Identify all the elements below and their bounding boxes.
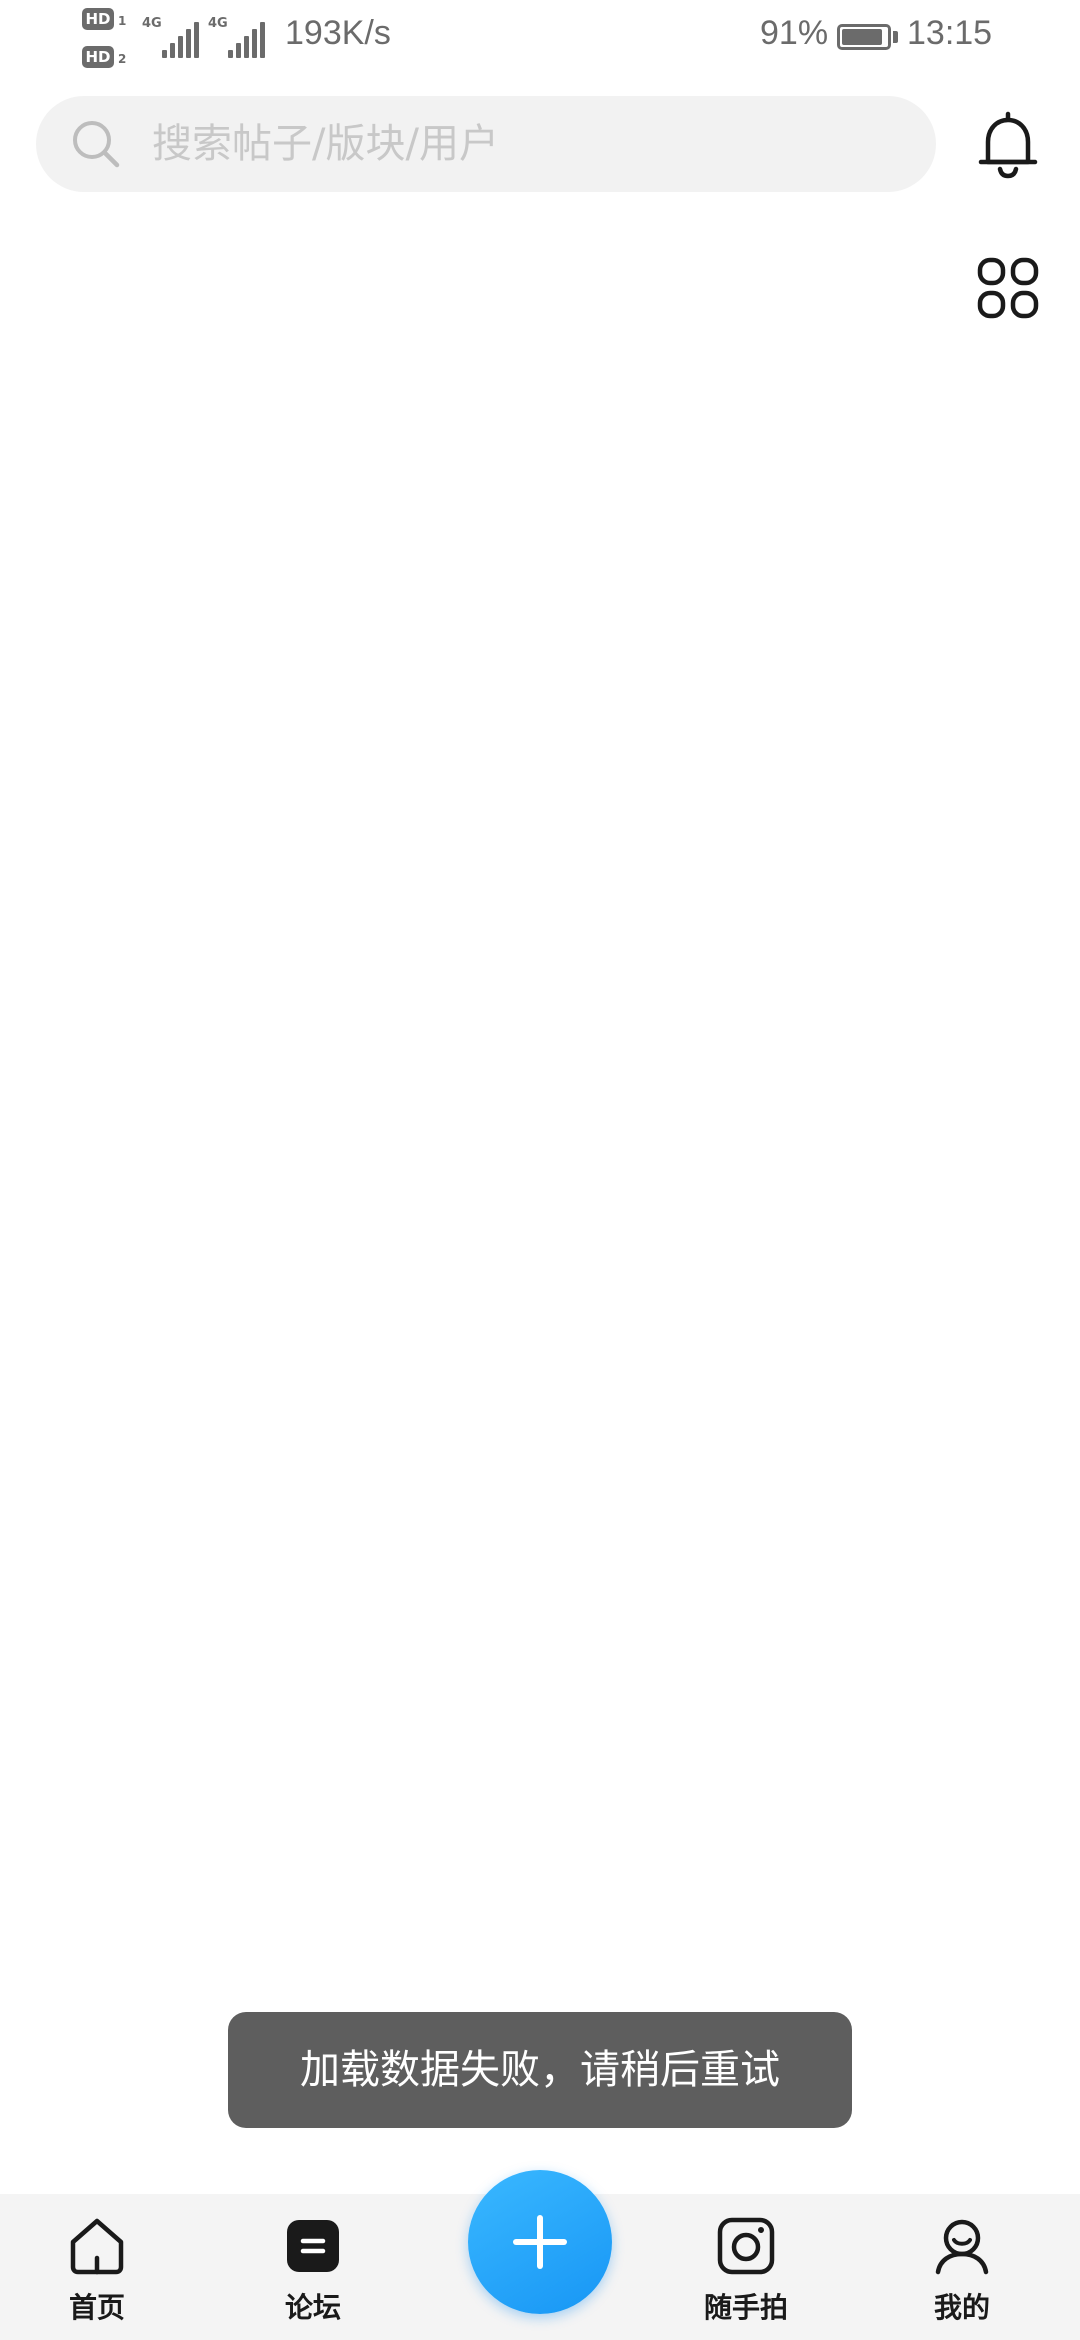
- hd-badge-sim1: HD: [82, 8, 114, 30]
- grid-icon[interactable]: [976, 256, 1040, 320]
- status-bar: HD 1 HD 2 4G 4G 193K/s 91% 13:15: [0, 0, 1080, 80]
- nav-label-home: 首页: [68, 2291, 125, 2324]
- nav-item-home[interactable]: 首页: [27, 2194, 167, 2340]
- battery-level: [842, 29, 882, 45]
- network-type-2: 4G: [208, 16, 228, 31]
- error-toast: 加载数据失败，请稍后重试: [228, 2012, 852, 2128]
- nav-item-snapshot[interactable]: 随手拍: [676, 2194, 816, 2340]
- battery-percent: 91%: [760, 14, 829, 52]
- search-input[interactable]: [152, 96, 912, 192]
- nav-item-forum[interactable]: 论坛: [243, 2194, 383, 2340]
- forum-icon: [287, 2220, 339, 2272]
- network-speed: 193K/s: [285, 14, 391, 52]
- network-type-1: 4G: [142, 16, 162, 31]
- create-post-button[interactable]: [468, 2170, 612, 2314]
- app-screen: HD 1 HD 2 4G 4G 193K/s 91% 13:15 搜索帖子/版块…: [0, 0, 1080, 2340]
- nav-item-profile[interactable]: 我的: [892, 2194, 1032, 2340]
- nav-label-forum: 论坛: [284, 2291, 341, 2324]
- search-bar[interactable]: [36, 96, 936, 192]
- profile-icon: [935, 2219, 989, 2275]
- status-clock: 13:15: [907, 14, 993, 52]
- camera-icon: [717, 2217, 775, 2275]
- bell-icon[interactable]: [976, 108, 1040, 180]
- sim2-index: 2: [118, 52, 127, 66]
- battery-tip: [893, 31, 898, 43]
- home-icon: [70, 2218, 124, 2275]
- plus-icon: [513, 2215, 567, 2269]
- sim1-index: 1: [118, 14, 127, 28]
- search-icon: [73, 121, 120, 168]
- battery-icon: [837, 24, 891, 50]
- nav-label-snapshot: 随手拍: [703, 2291, 788, 2324]
- signal-strength-2-icon: [228, 20, 268, 58]
- nav-label-profile: 我的: [933, 2291, 990, 2324]
- hd-badge-sim2: HD: [82, 46, 114, 68]
- signal-strength-1-icon: [162, 20, 202, 58]
